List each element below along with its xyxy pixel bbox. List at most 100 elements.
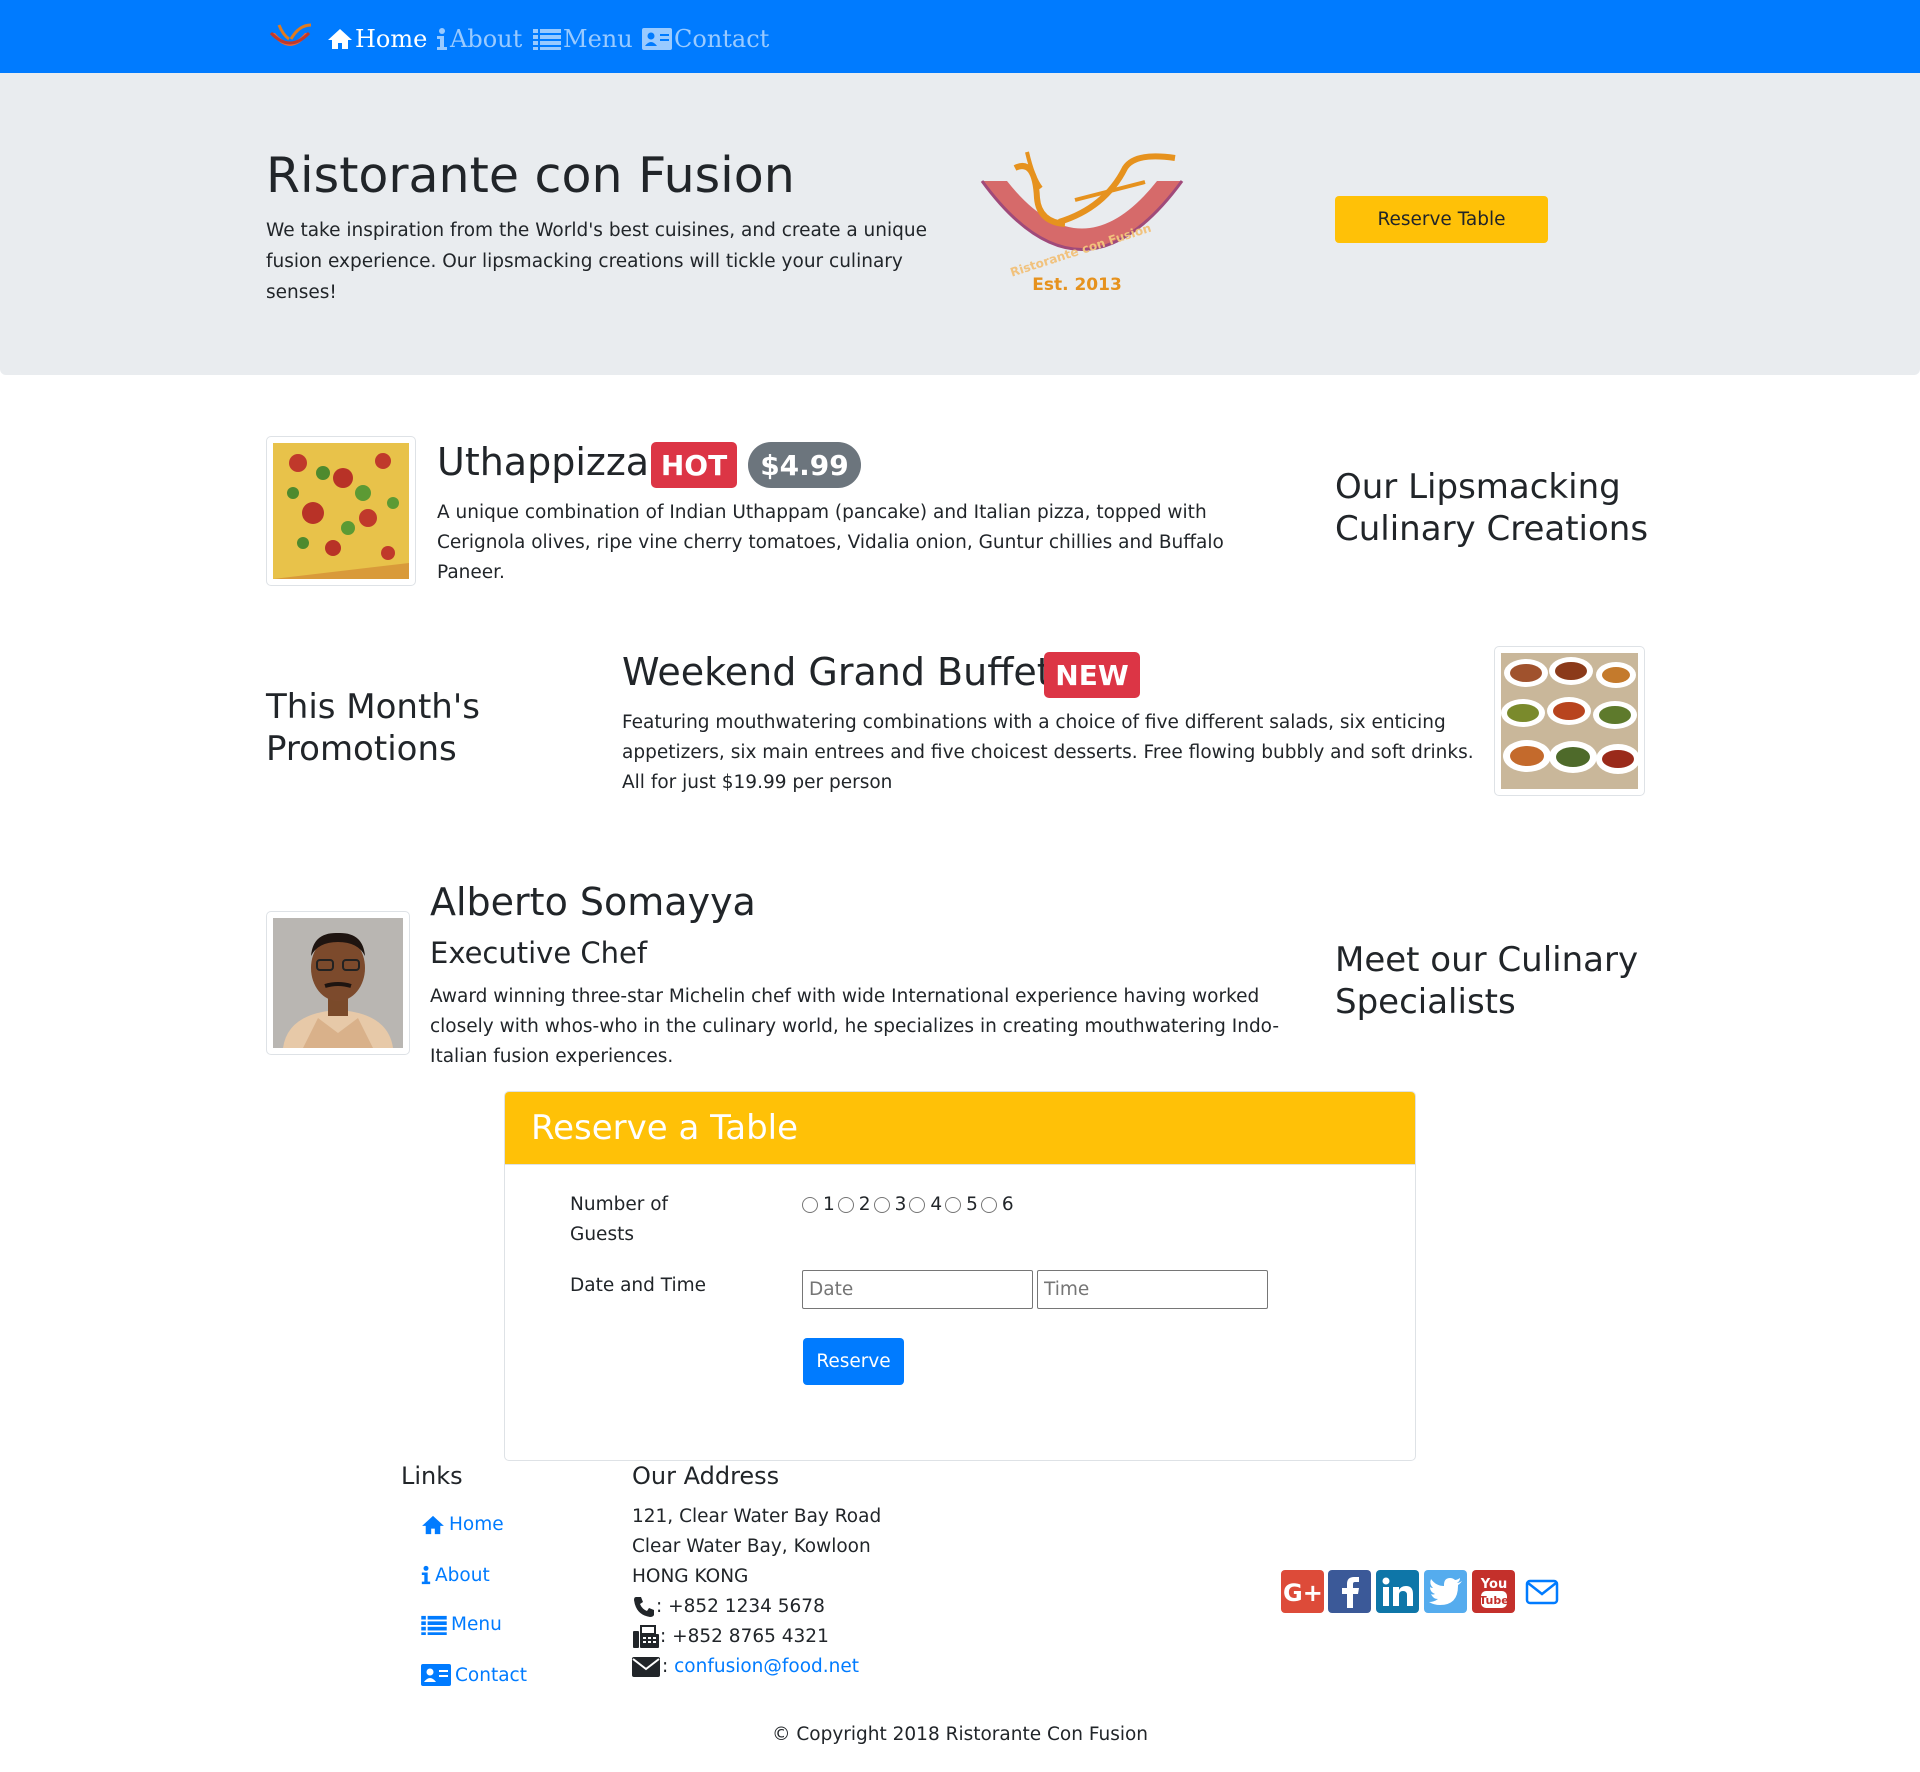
- guest-option-6[interactable]: 6: [980, 1194, 1014, 1215]
- list-icon: [421, 1615, 447, 1635]
- email-link[interactable]: confusion@food.net: [674, 1652, 859, 1682]
- radio-circle[interactable]: [837, 1196, 854, 1213]
- radio-circle[interactable]: [909, 1196, 926, 1213]
- chef-designation: Executive Chef: [430, 936, 648, 970]
- jumbotron-description: We take inspiration from the World's bes…: [266, 220, 927, 303]
- guest-option-5[interactable]: 5: [945, 1194, 978, 1215]
- new-badge: NEW: [1044, 652, 1140, 698]
- footer-link-contact[interactable]: Contact: [421, 1664, 527, 1686]
- promotion-description: Featuring mouthwatering combinations wit…: [622, 712, 1474, 793]
- radio-circle[interactable]: [802, 1196, 818, 1213]
- dish-description: A unique combination of Indian Uthappam …: [437, 502, 1224, 583]
- home-icon: [328, 29, 352, 49]
- footer-address-heading: Our Address: [632, 1462, 780, 1490]
- chef-description: Award winning three-star Michelin chef w…: [430, 986, 1280, 1067]
- chef-photo-icon: [273, 918, 403, 1048]
- linkedin-icon[interactable]: [1376, 1570, 1419, 1613]
- footer-link-label: Home: [449, 1514, 504, 1535]
- address-line: HONG KONG: [632, 1566, 749, 1587]
- footer-link-label: About: [435, 1564, 490, 1586]
- buffet-image-icon: [1501, 653, 1638, 789]
- datetime-label: Date and Time: [570, 1275, 707, 1296]
- radio-label: 1: [823, 1194, 835, 1215]
- youtube-icon[interactable]: You Tube: [1472, 1570, 1515, 1613]
- nav-contact[interactable]: Contact: [642, 22, 769, 56]
- dish-image: [266, 436, 416, 586]
- fax-line: : +852 8765 4321: [632, 1622, 829, 1652]
- radio-label: 6: [1001, 1194, 1014, 1215]
- home-icon: [422, 1515, 444, 1534]
- email-line: : confusion@food.net: [632, 1652, 859, 1682]
- info-icon: [437, 28, 447, 50]
- dish-section-title: Our Lipsmacking Culinary Creations: [1335, 467, 1649, 549]
- envelope-icon: [632, 1657, 660, 1677]
- svg-text:G+: G+: [1283, 1579, 1323, 1606]
- footer-link-label: Contact: [455, 1664, 527, 1686]
- radio-label: 5: [966, 1194, 978, 1215]
- restaurant-logo: Ristorante con Fusion Est. 2013: [980, 151, 1184, 295]
- footer-link-menu[interactable]: Menu: [421, 1614, 502, 1635]
- fax-number: : +852 8765 4321: [660, 1626, 829, 1647]
- promotion-name: Weekend Grand Buffet: [622, 650, 1052, 694]
- address-line: Clear Water Bay, Kowloon: [632, 1536, 871, 1557]
- radio-label: 3: [894, 1194, 907, 1215]
- twitter-icon[interactable]: [1424, 1570, 1467, 1613]
- promotion-section-title: This Month's Promotions: [266, 687, 480, 769]
- svg-text:Tube: Tube: [1479, 1594, 1508, 1607]
- guest-option-3[interactable]: 3: [873, 1194, 907, 1215]
- guest-option-2[interactable]: 2: [837, 1194, 871, 1215]
- reserve-submit-button[interactable]: Reserve: [803, 1338, 904, 1385]
- nav-home[interactable]: Home: [327, 22, 427, 56]
- pizza-image-icon: [273, 443, 409, 579]
- guests-radio-group: 1 2 3 4 5 6: [802, 1194, 1017, 1215]
- phone-icon: [634, 1597, 654, 1617]
- chef-image: [266, 911, 410, 1055]
- google-plus-icon[interactable]: G+: [1281, 1570, 1324, 1613]
- guest-option-4[interactable]: 4: [909, 1194, 942, 1215]
- buffet-image: [1494, 646, 1645, 796]
- nav-about-label: About: [450, 25, 523, 53]
- reserve-table-button[interactable]: Reserve Table: [1335, 196, 1548, 243]
- page-title: Ristorante con Fusion: [266, 147, 795, 204]
- reservation-card-header: Reserve a Table: [505, 1092, 1415, 1165]
- price-badge: $4.99: [748, 442, 861, 488]
- navbar: Home About Menu Contact: [0, 0, 1920, 73]
- radio-label: 2: [858, 1194, 871, 1215]
- hot-badge: HOT: [651, 442, 737, 488]
- nav-menu[interactable]: Menu: [533, 22, 633, 56]
- guest-option-1[interactable]: 1: [802, 1194, 835, 1215]
- list-icon: [533, 29, 561, 50]
- reservation-title: Reserve a Table: [531, 1108, 799, 1148]
- radio-circle[interactable]: [945, 1196, 962, 1213]
- leaders-section-title: Meet our Culinary Specialists: [1335, 940, 1639, 1022]
- facebook-icon[interactable]: [1328, 1570, 1371, 1613]
- guests-label: Number of Guests: [570, 1194, 669, 1245]
- nav-about[interactable]: About: [436, 22, 522, 56]
- svg-text:You: You: [1479, 1577, 1506, 1592]
- phone-line: : +852 1234 5678: [632, 1592, 825, 1622]
- radio-circle[interactable]: [980, 1196, 997, 1213]
- address-card-icon: [421, 1664, 451, 1686]
- mail-icon[interactable]: [1520, 1570, 1563, 1613]
- footer-links-heading: Links: [401, 1462, 463, 1490]
- address-card-icon: [642, 28, 672, 50]
- footer-link-about[interactable]: About: [421, 1564, 490, 1586]
- nav-home-label: Home: [355, 25, 428, 53]
- nav-menu-label: Menu: [563, 25, 633, 53]
- phone-number: : +852 1234 5678: [656, 1596, 825, 1617]
- date-input[interactable]: [802, 1270, 1033, 1309]
- info-icon: [421, 1565, 431, 1585]
- footer-link-home[interactable]: Home: [421, 1514, 504, 1535]
- address-line: 121, Clear Water Bay Road: [632, 1506, 882, 1527]
- radio-circle[interactable]: [873, 1196, 890, 1213]
- footer-link-label: Menu: [451, 1614, 502, 1635]
- copyright: © Copyright 2018 Ristorante Con Fusion: [771, 1724, 1149, 1745]
- logo-est-text: Est. 2013: [1032, 275, 1122, 295]
- dish-name: Uthappizza: [437, 440, 650, 484]
- radio-label: 4: [930, 1194, 943, 1215]
- fax-icon: [633, 1625, 659, 1648]
- brand-logo-icon[interactable]: [265, 19, 315, 57]
- chef-name: Alberto Somayya: [430, 880, 756, 924]
- nav-contact-label: Contact: [674, 25, 770, 53]
- time-input[interactable]: [1037, 1270, 1268, 1309]
